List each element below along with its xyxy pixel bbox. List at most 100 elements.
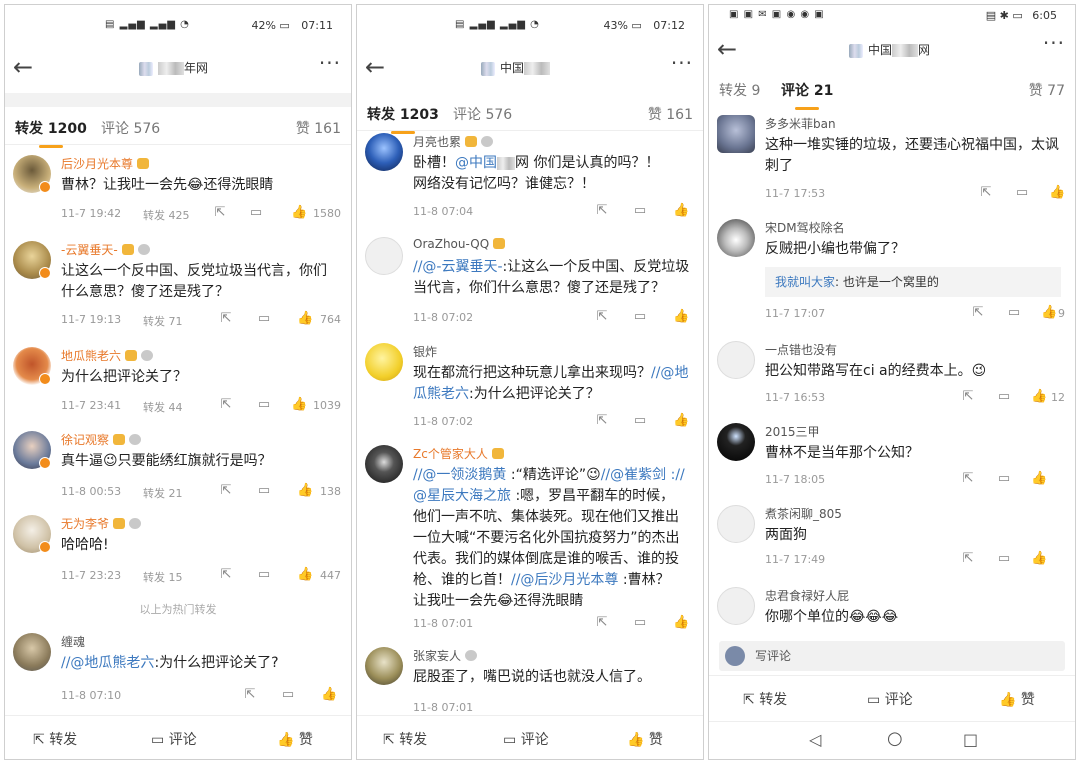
user-name[interactable]: 2015三甲 xyxy=(765,423,820,440)
mention-link[interactable]: @中国 xyxy=(455,155,497,171)
comment-icon[interactable]: ▭ xyxy=(257,484,271,498)
mention-link[interactable]: 我就叫大家 xyxy=(775,275,835,289)
more-icon[interactable]: ··· xyxy=(319,51,341,75)
repost-count[interactable]: 转发 71 xyxy=(143,313,183,329)
user-name[interactable]: 徐记观察 xyxy=(61,431,142,448)
comment-icon[interactable]: ▭ xyxy=(257,398,271,412)
mention-link[interactable]: //@一领淡鹅黄 xyxy=(413,467,506,483)
avatar[interactable] xyxy=(365,133,403,171)
repost-count[interactable]: 转发 425 xyxy=(143,207,190,223)
repost-item[interactable]: 徐记观察 真牛逼😉只要能绣红旗就行是吗？ 11-8 00:53 转发 21 ⇱ … xyxy=(5,431,351,501)
user-name[interactable]: OraZhou-QQ xyxy=(413,237,506,251)
thumbs-up-icon[interactable]: 👍 xyxy=(297,568,313,582)
tab-repost[interactable]: 转发 1203 xyxy=(367,104,439,134)
repost-icon[interactable]: ⇱ xyxy=(979,186,993,200)
repost-item[interactable]: 银炸 现在都流行把这种玩意儿拿出来现吗？//@地瓜熊老六:为什么把评论关了？ 1… xyxy=(357,343,703,433)
repost-button[interactable]: ⇱ 转发 xyxy=(383,729,427,749)
user-name[interactable]: 地瓜熊老六 xyxy=(61,347,154,364)
back-nav-icon[interactable]: ◁ xyxy=(809,730,821,749)
thumbs-up-icon[interactable]: 👍 xyxy=(1031,390,1047,404)
repost-icon[interactable]: ⇱ xyxy=(219,484,233,498)
comment-item[interactable]: 忠君食禄好人屁 你哪个单位的😂😂😂 xyxy=(709,587,1075,633)
repost-icon[interactable]: ⇱ xyxy=(595,310,609,324)
recents-nav-icon[interactable]: □ xyxy=(963,730,978,749)
avatar[interactable] xyxy=(717,341,755,379)
more-icon[interactable]: ··· xyxy=(1043,31,1065,55)
comment-icon[interactable]: ▭ xyxy=(633,310,647,324)
comment-icon[interactable]: ▭ xyxy=(633,204,647,218)
comment-item[interactable]: 多多米菲ban 这种一堆实锤的垃圾，还要违心祝福中国，太讽 刺了 11-7 17:… xyxy=(709,115,1075,205)
user-name[interactable]: 月亮也累 xyxy=(413,133,494,150)
avatar[interactable] xyxy=(365,343,403,381)
repost-icon[interactable]: ⇱ xyxy=(961,552,975,566)
repost-item[interactable]: -云翼垂天- 让这么一个反中国、反党垃圾当代言，你们什么意思？傻了还是残了？ 1… xyxy=(5,241,351,331)
like-button[interactable]: 👍 赞 xyxy=(627,729,663,749)
avatar[interactable] xyxy=(717,587,755,625)
avatar[interactable] xyxy=(717,115,755,153)
tab-comment[interactable]: 评论 576 xyxy=(453,104,512,124)
repost-item[interactable]: Zc个管家大人 //@一领淡鹅黄 :“精选评论”😉//@崔紫剑 :// @星辰大… xyxy=(357,445,703,635)
avatar[interactable] xyxy=(717,505,755,543)
mention-link[interactable]: @星辰大海之旅 xyxy=(413,488,511,504)
repost-icon[interactable]: ⇱ xyxy=(971,306,985,320)
mention-link[interactable]: //@地瓜熊老六 xyxy=(61,655,154,671)
repost-icon[interactable]: ⇱ xyxy=(961,390,975,404)
comment-icon[interactable]: ▭ xyxy=(281,688,295,702)
avatar[interactable] xyxy=(13,633,51,671)
user-name[interactable]: -云翼垂天- xyxy=(61,241,150,258)
repost-icon[interactable]: ⇱ xyxy=(595,204,609,218)
comment-icon[interactable]: ▭ xyxy=(257,568,271,582)
repost-icon[interactable]: ⇱ xyxy=(219,568,233,582)
user-name[interactable]: 煮茶闲聊_805 xyxy=(765,505,842,522)
user-name[interactable]: 宋DM驾校除名 xyxy=(765,219,845,236)
like-button[interactable]: 👍 赞 xyxy=(999,689,1035,709)
mention-link[interactable]: //@-云翼垂天- xyxy=(413,259,503,275)
repost-item[interactable]: 张家妄人 屁股歪了，嘴巴说的话也就没人信了。 11-8 07:01 xyxy=(357,647,703,717)
more-icon[interactable]: ··· xyxy=(671,51,693,75)
comment-button[interactable]: ▭ 评论 xyxy=(151,729,197,749)
reply-quote[interactable]: 我就叫大家: 也许是一个窝里的 xyxy=(765,267,1061,297)
avatar[interactable] xyxy=(365,237,403,275)
comment-button[interactable]: ▭ 评论 xyxy=(867,689,913,709)
mention-link[interactable]: //@后沙月光本尊 xyxy=(511,572,618,588)
user-name[interactable]: 缠魂 xyxy=(61,633,85,650)
comment-item[interactable]: 2015三甲 曹林不是当年那个公知？ 11-7 18:05 ⇱ ▭ 👍 xyxy=(709,423,1075,493)
user-name[interactable]: 张家妄人 xyxy=(413,647,478,664)
comment-icon[interactable]: ▭ xyxy=(249,206,263,220)
repost-item[interactable]: 无为李爷 哈哈哈! 11-7 23:23 转发 15 ⇱ ▭ 👍 447 xyxy=(5,515,351,589)
tab-comment[interactable]: 评论 576 xyxy=(101,118,160,138)
back-arrow-icon[interactable]: ← xyxy=(365,53,385,81)
user-name[interactable]: 一点错也没有 xyxy=(765,341,837,358)
thumbs-up-icon[interactable]: 👍 xyxy=(291,398,307,412)
tab-repost[interactable]: 转发 9 xyxy=(719,80,760,100)
thumbs-up-icon[interactable]: 👍 xyxy=(673,616,689,630)
repost-icon[interactable]: ⇱ xyxy=(219,312,233,326)
repost-count[interactable]: 转发 44 xyxy=(143,399,183,415)
repost-icon[interactable]: ⇱ xyxy=(243,688,257,702)
mention-link[interactable]: //@崔紫剑 :// xyxy=(601,467,685,483)
avatar[interactable] xyxy=(717,423,755,461)
repost-item[interactable]: 地瓜熊老六 为什么把评论关了？ 11-7 23:41 转发 44 ⇱ ▭ 👍 1… xyxy=(5,347,351,417)
thumbs-up-icon[interactable]: 👍 xyxy=(1031,552,1047,566)
comment-icon[interactable]: ▭ xyxy=(1007,306,1021,320)
back-arrow-icon[interactable]: ← xyxy=(13,53,33,81)
tab-comment[interactable]: 评论 21 xyxy=(781,80,833,110)
thumbs-up-icon[interactable]: 👍 xyxy=(297,312,313,326)
comment-icon[interactable]: ▭ xyxy=(633,616,647,630)
repost-button[interactable]: ⇱ 转发 xyxy=(743,689,787,709)
user-name[interactable]: Zc个管家大人 xyxy=(413,445,504,462)
repost-count[interactable]: 转发 21 xyxy=(143,485,183,501)
user-name[interactable]: 后沙月光本尊 xyxy=(61,155,150,172)
tab-like[interactable]: 赞 161 xyxy=(648,104,693,124)
thumbs-up-icon[interactable]: 👍 xyxy=(673,310,689,324)
repost-icon[interactable]: ⇱ xyxy=(219,398,233,412)
comment-item[interactable]: 一点错也没有 把公知带路写在ci a的经费本上。😉 11-7 16:53 ⇱ ▭… xyxy=(709,341,1075,411)
thumbs-up-icon[interactable]: 👍 xyxy=(291,206,307,220)
repost-icon[interactable]: ⇱ xyxy=(961,472,975,486)
avatar[interactable] xyxy=(365,445,403,483)
mention-link[interactable]: //@ xyxy=(651,365,674,381)
user-name[interactable]: 无为李爷 xyxy=(61,515,142,532)
thumbs-up-icon[interactable]: 👍 xyxy=(321,688,337,702)
thumbs-up-icon[interactable]: 👍 xyxy=(1041,306,1057,320)
tab-repost[interactable]: 转发 1200 xyxy=(15,118,87,148)
